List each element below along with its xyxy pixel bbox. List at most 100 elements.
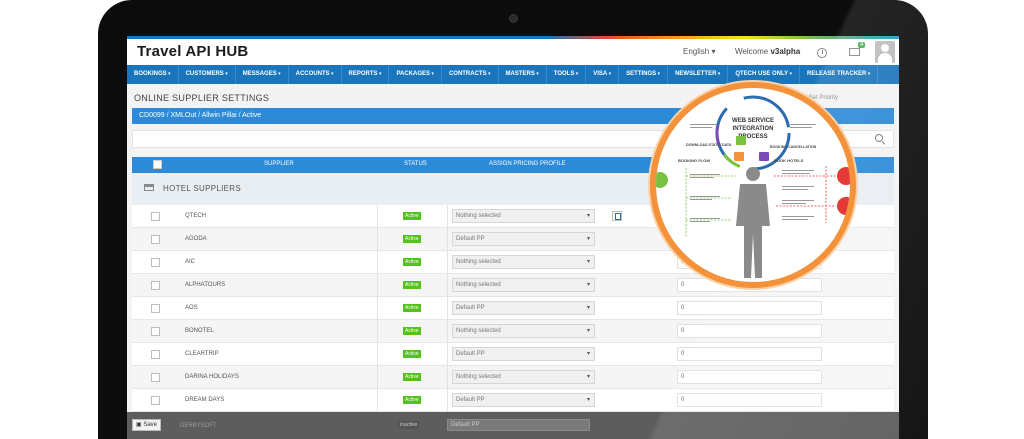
bed-icon	[144, 184, 154, 191]
supplier-name: DERBYSOFT	[180, 423, 217, 429]
profile-column-header: ASSIGN PRICING PROFILE	[489, 161, 566, 167]
table-row: DARINA HOLIDAYS Active Nothing selected 0	[132, 366, 894, 389]
status-badge: Active	[403, 235, 421, 243]
priority-input[interactable]: 0	[677, 347, 822, 361]
row-checkbox[interactable]	[151, 235, 160, 244]
document-icon	[759, 152, 769, 161]
lens-title-1: WEB SERVICE	[732, 118, 774, 124]
booking-icon	[837, 167, 850, 185]
mail-icon[interactable]	[849, 48, 860, 56]
nav-item-contracts[interactable]: CONTRACTS	[442, 65, 499, 84]
row-checkbox[interactable]	[151, 373, 160, 382]
save-button[interactable]: ▣ Save	[132, 419, 162, 431]
nav-item-messages[interactable]: MESSAGES	[236, 65, 289, 84]
clock-icon[interactable]	[817, 48, 827, 58]
app-title: Travel API HUB	[137, 43, 249, 60]
nav-item-customers[interactable]: CUSTOMERS	[179, 65, 236, 84]
pricing-profile-select[interactable]: Default PP	[452, 393, 595, 407]
column-divider	[447, 389, 448, 412]
cancel-icon	[837, 197, 850, 215]
table-row: CLEARTRIP Active Default PP 0	[132, 343, 894, 366]
pricing-profile-select[interactable]: Nothing selected	[452, 370, 595, 384]
camera-dot	[509, 14, 518, 23]
cart-icon	[734, 152, 744, 161]
pricing-profile-select[interactable]: Nothing selected	[452, 255, 595, 269]
pricing-profile-select[interactable]: Default PP	[452, 347, 595, 361]
status-badge: Active	[403, 258, 421, 266]
pricing-profile-select[interactable]: Nothing selected	[452, 278, 595, 292]
nav-item-packages[interactable]: PACKAGES	[389, 65, 442, 84]
column-divider	[377, 343, 378, 366]
status-badge: Active	[403, 373, 421, 381]
pricing-profile-select[interactable]: Default PP	[452, 232, 595, 246]
row-checkbox[interactable]	[151, 396, 160, 405]
status-badge: Active	[403, 327, 421, 335]
priority-input[interactable]: 0	[677, 393, 822, 407]
pricing-profile-select[interactable]: Default PP	[452, 301, 595, 315]
row-checkbox[interactable]	[151, 212, 160, 221]
nav-item-reports[interactable]: REPORTS	[342, 65, 390, 84]
flow-icon	[656, 172, 668, 188]
column-divider	[447, 205, 448, 228]
nav-item-accounts[interactable]: ACCOUNTS	[289, 65, 342, 84]
pricing-profile-select[interactable]: Nothing selected	[452, 209, 595, 223]
status-badge: Active	[403, 212, 421, 220]
supplier-name: AOS	[185, 305, 198, 311]
download-icon	[736, 136, 746, 145]
mail-count-badge: 4	[858, 42, 866, 48]
lens-label-cancel: BOOKING CANCELLATION	[770, 145, 817, 149]
supplier-name: AIC	[185, 259, 196, 265]
nav-item-release-tracker[interactable]: RELEASE TRACKER	[800, 65, 879, 84]
supplier-name: QTECH	[185, 213, 206, 219]
nav-item-tools[interactable]: TOOLS	[547, 65, 587, 84]
lens-label-flow: BOOKING FLOW	[678, 158, 710, 163]
copy-icon[interactable]	[612, 211, 622, 221]
column-divider	[447, 274, 448, 297]
status-badge: Active	[403, 281, 421, 289]
column-divider	[447, 343, 448, 366]
priority-input[interactable]: 0	[677, 370, 822, 384]
row-checkbox[interactable]	[151, 350, 160, 359]
column-divider	[377, 297, 378, 320]
nav-item-settings[interactable]: SETTINGS	[619, 65, 669, 84]
businessman-figure	[736, 167, 770, 278]
column-divider	[447, 320, 448, 343]
column-divider	[377, 320, 378, 343]
nav-item-qtech-use-only[interactable]: QTECH USE ONLY	[728, 65, 801, 84]
row-checkbox[interactable]	[151, 281, 160, 290]
priority-input[interactable]: 0	[677, 301, 822, 315]
table-row: BONOTEL Active Nothing selected 0	[132, 320, 894, 343]
column-divider	[377, 251, 378, 274]
nav-item-bookings[interactable]: BOOKINGS	[127, 65, 179, 84]
lens-title-2: INTEGRATION	[733, 126, 774, 132]
column-divider	[447, 366, 448, 389]
priority-input[interactable]: 0	[677, 324, 822, 338]
main-nav: BOOKINGSCUSTOMERSMESSAGESACCOUNTSREPORTS…	[127, 65, 899, 84]
status-badge: Active	[403, 304, 421, 312]
column-divider	[447, 297, 448, 320]
column-divider	[447, 228, 448, 251]
supplier-name: DARINA HOLIDAYS	[185, 374, 239, 380]
row-checkbox[interactable]	[151, 258, 160, 267]
supplier-name: CLEARTRIP	[185, 351, 219, 357]
table-row: AOS Active Default PP 0	[132, 297, 894, 320]
nav-item-visa[interactable]: VISA	[586, 65, 620, 84]
row-checkbox[interactable]	[151, 327, 160, 336]
supplier-name: DREAM DAYS	[185, 397, 225, 403]
search-icon[interactable]	[875, 134, 883, 142]
supplier-name: AGODA	[185, 236, 207, 242]
row-checkbox[interactable]	[151, 304, 160, 313]
integration-process-lens: WEB SERVICE INTEGRATION PROCESS BOOKING …	[650, 82, 856, 288]
language-selector[interactable]: English ▾	[683, 47, 716, 56]
nav-item-newsletter[interactable]: NEWSLETTER	[668, 65, 729, 84]
pricing-profile-select[interactable]: Nothing selected	[452, 324, 595, 338]
integration-diagram: WEB SERVICE INTEGRATION PROCESS BOOKING …	[656, 95, 850, 278]
flow-lines-right	[774, 166, 836, 223]
supplier-column-header: SUPPLIER	[264, 161, 294, 167]
avatar[interactable]	[875, 41, 895, 63]
nav-item-masters[interactable]: MASTERS	[499, 65, 547, 84]
welcome-text: Welcome v3alpha	[735, 47, 801, 56]
select-all-checkbox[interactable]	[153, 160, 162, 169]
supplier-name: ALPHATOURS	[185, 282, 226, 288]
pricing-profile-select[interactable]: Default PP	[447, 419, 590, 431]
